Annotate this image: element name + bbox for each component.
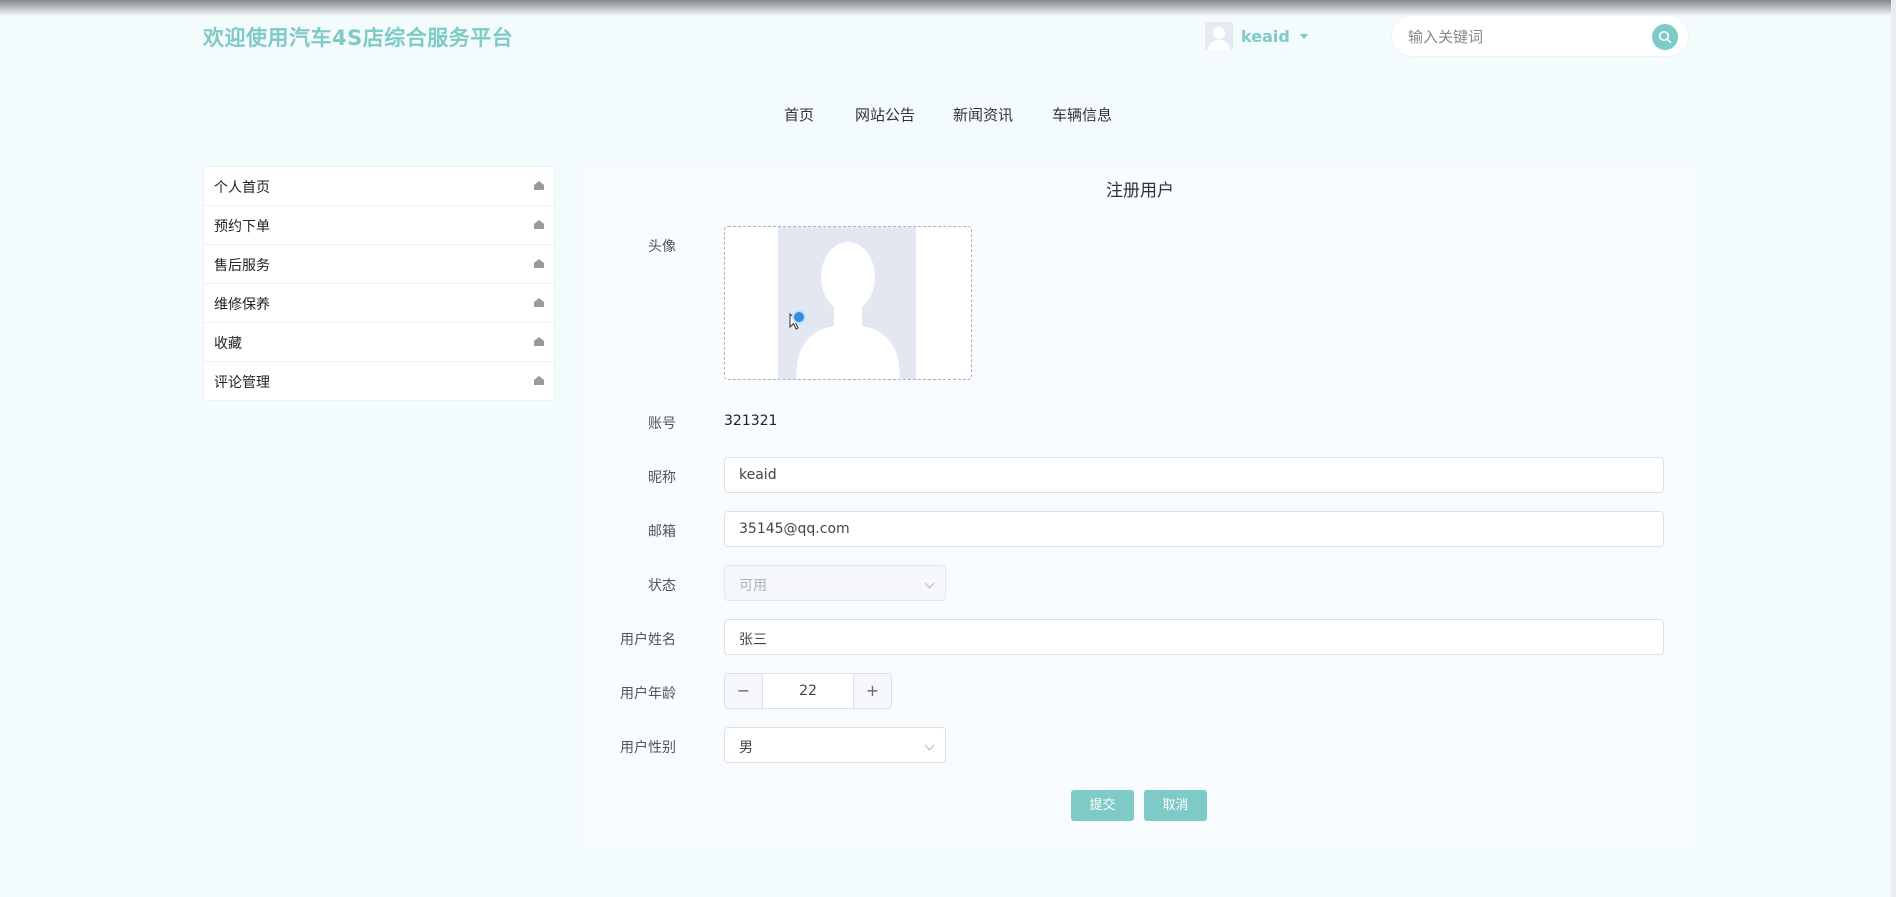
search-icon — [1658, 30, 1672, 44]
sidebar-item-booking[interactable]: 预约下单 — [204, 206, 554, 245]
sidebar-item-favorites[interactable]: 收藏 — [204, 323, 554, 362]
realname-value: 张三 — [739, 632, 767, 648]
home-icon — [534, 298, 544, 307]
status-select: 可用 — [724, 565, 946, 601]
increment-button[interactable]: + — [853, 674, 891, 708]
gender-label: 用户性别 — [620, 740, 676, 756]
age-stepper: − 22 + — [724, 673, 892, 709]
search-input[interactable] — [1406, 24, 1640, 50]
home-icon — [534, 220, 544, 229]
age-value[interactable]: 22 — [763, 683, 853, 699]
sidebar-item-label: 预约下单 — [214, 219, 270, 235]
realname-label: 用户姓名 — [620, 632, 676, 648]
user-avatar — [1205, 22, 1233, 50]
page-title: 注册用户 — [1106, 181, 1174, 201]
upload-indicator — [794, 312, 804, 322]
nav-item-home[interactable]: 首页 — [784, 104, 814, 125]
email-field[interactable]: 35145@qq.com — [724, 511, 1664, 547]
chevron-down-icon — [1299, 33, 1308, 39]
sidebar-item-profile[interactable]: 个人首页 — [204, 167, 554, 206]
avatar-image — [778, 227, 916, 379]
user-name: keaid — [1241, 26, 1290, 46]
avatar-label: 头像 — [648, 239, 676, 255]
top-shadow — [0, 0, 1896, 16]
user-menu[interactable]: keaid — [1205, 22, 1308, 50]
sidebar-item-label: 维修保养 — [214, 297, 270, 313]
search-button[interactable] — [1652, 24, 1678, 50]
scrollbar[interactable] — [1891, 0, 1896, 897]
avatar-upload[interactable] — [724, 226, 972, 380]
main-nav: 首页 网站公告 新闻资讯 车辆信息 — [0, 104, 1896, 128]
sidebar-item-label: 收藏 — [214, 336, 242, 352]
sidebar-item-comments[interactable]: 评论管理 — [204, 362, 554, 400]
decrement-button[interactable]: − — [725, 674, 763, 708]
home-icon — [534, 376, 544, 385]
chevron-down-icon — [924, 578, 935, 589]
search-box — [1392, 16, 1688, 56]
status-value: 可用 — [739, 578, 767, 594]
nav-item-vehicles[interactable]: 车辆信息 — [1052, 104, 1112, 125]
age-label: 用户年龄 — [620, 686, 676, 702]
account-label: 账号 — [648, 416, 676, 432]
submit-button[interactable]: 提交 — [1071, 790, 1134, 821]
realname-field[interactable]: 张三 — [724, 619, 1664, 655]
email-value: 35145@qq.com — [739, 521, 850, 537]
gender-select[interactable]: 男 — [724, 727, 946, 763]
nav-item-news[interactable]: 新闻资讯 — [953, 104, 1013, 125]
sidebar-item-label: 售后服务 — [214, 258, 270, 274]
email-label: 邮箱 — [648, 524, 676, 540]
sidebar-item-label: 个人首页 — [214, 180, 270, 196]
site-title: 欢迎使用汽车4S店综合服务平台 — [203, 26, 514, 50]
gender-value: 男 — [739, 740, 753, 756]
sidebar-item-after-sales[interactable]: 售后服务 — [204, 245, 554, 284]
sidebar-item-maintenance[interactable]: 维修保养 — [204, 284, 554, 323]
nickname-label: 昵称 — [648, 470, 676, 486]
chevron-down-icon — [924, 740, 935, 751]
nickname-field[interactable]: keaid — [724, 457, 1664, 493]
cancel-button[interactable]: 取消 — [1144, 790, 1207, 821]
nav-item-notices[interactable]: 网站公告 — [855, 104, 915, 125]
sidebar: 个人首页 预约下单 售后服务 维修保养 收藏 评论管理 — [203, 166, 555, 401]
home-icon — [534, 259, 544, 268]
home-icon — [534, 337, 544, 346]
sidebar-item-label: 评论管理 — [214, 375, 270, 391]
account-value: 321321 — [724, 413, 778, 429]
nickname-value: keaid — [739, 467, 777, 483]
home-icon — [534, 181, 544, 190]
status-label: 状态 — [648, 578, 676, 594]
